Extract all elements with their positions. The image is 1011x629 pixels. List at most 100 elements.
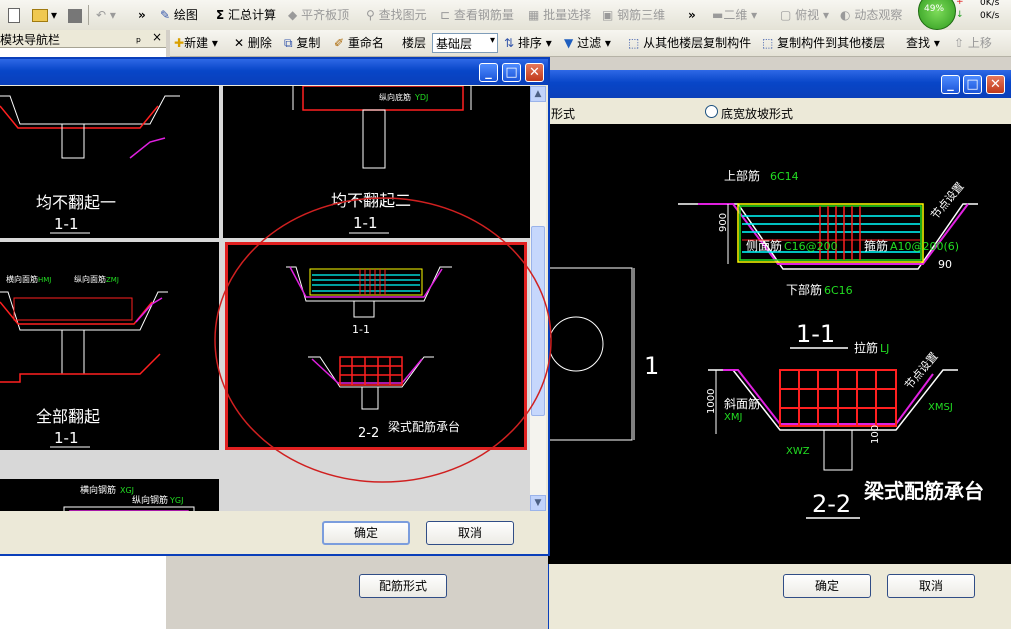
radio-row: 形式 底宽放坡形式 xyxy=(549,100,1011,124)
new-label: 新建 xyxy=(184,36,209,50)
close-icon[interactable]: ✕ xyxy=(986,75,1005,94)
thumb3-zx-face-val: ZMJ xyxy=(106,276,119,284)
radio-button-icon[interactable] xyxy=(705,105,718,118)
minimize-icon[interactable]: _ xyxy=(479,63,498,82)
save-icon xyxy=(68,8,82,23)
new-file-button[interactable] xyxy=(8,0,23,30)
nav-panel-title: 模块导航栏 xyxy=(0,33,61,47)
thumb2-zx-rebar-val: YDJ xyxy=(414,93,428,102)
copy-to-floor-button[interactable]: ⬚ 复制构件到其他楼层 xyxy=(762,30,885,56)
floor-select[interactable]: 基础层 ▾ xyxy=(432,33,498,53)
bg-cancel-button[interactable]: 取消 xyxy=(887,574,975,598)
thumb-no-bend-1[interactable]: 均不翻起一 1-1 xyxy=(0,86,219,238)
view-2d-dropdown[interactable]: ▬二维 ▾ xyxy=(712,0,757,30)
draw-button[interactable]: ✎ 绘图 xyxy=(160,0,198,30)
slope-note-label: 节点设置 xyxy=(928,180,966,222)
view-mode-icon: ▢ xyxy=(780,8,792,22)
batch-select-button[interactable]: ▦ 批量选择 xyxy=(528,0,591,30)
sort-label: 排序 xyxy=(517,36,542,50)
xwz-label: XWZ xyxy=(786,446,810,457)
thumb3-zx-face: 纵向面筋 xyxy=(74,274,106,284)
rename-button[interactable]: ✐ 重命名 xyxy=(334,30,384,56)
rebar-form-button[interactable]: 配筋形式 xyxy=(359,574,447,598)
rename-label: 重命名 xyxy=(347,36,384,50)
draw-icon: ✎ xyxy=(160,8,171,22)
download-arrow-icon: ↓ xyxy=(956,10,964,20)
copy-button[interactable]: ⧉ 复制 xyxy=(284,30,320,56)
copy-label: 复制 xyxy=(296,36,321,50)
top-rebar-value: 6C14 xyxy=(770,170,799,183)
view-mode-dropdown[interactable]: ▢ 俯视 ▾ xyxy=(780,0,829,30)
thumb5-zx-steel-val: YGJ xyxy=(169,496,183,505)
sum-calc-button[interactable]: Σ 汇总计算 xyxy=(216,0,276,30)
toolbar-separator xyxy=(88,5,89,25)
delete-label: 删除 xyxy=(247,36,272,50)
sum-calc-label: 汇总计算 xyxy=(228,8,277,22)
copy-to-floor-icon: ⬚ xyxy=(762,36,774,50)
floor-label: 楼层 xyxy=(402,36,427,50)
thumb-no-bend-1-drawing: 均不翻起一 1-1 xyxy=(0,95,180,234)
scroll-down-arrow[interactable]: ▼ xyxy=(530,495,546,511)
rebar-preview-drawing: 1 900 上部筋 6C14 侧面筋 C16@200 箍筋 A10@200(6)… xyxy=(548,168,984,519)
find-label: 查找 xyxy=(906,36,931,50)
thumb-cap-steel[interactable]: 横向钢筋 XGJ 纵向钢筋 YGJ xyxy=(0,479,219,511)
annotation-circle xyxy=(214,197,552,483)
find-button[interactable]: 查找 ▾ xyxy=(906,30,940,56)
upload-arrow-icon: + xyxy=(956,0,964,7)
thumb-all-bend[interactable]: 横向面筋 HMJ 纵向面筋 ZMJ 全部翻起 1-1 xyxy=(0,242,219,450)
bottom-rebar-value: 6C16 xyxy=(824,284,853,297)
radio-option-1-label[interactable]: 形式 xyxy=(551,105,575,122)
slope-note-label-2: 节点设置 xyxy=(902,350,940,392)
thumb3-section: 1-1 xyxy=(54,429,79,447)
close-icon[interactable]: ✕ xyxy=(525,63,544,82)
flush-top-label: 平齐板顶 xyxy=(301,8,350,22)
maximize-icon[interactable]: □ xyxy=(963,75,982,94)
view-rebar-label: 查看钢筋量 xyxy=(453,8,514,22)
nav-pin-icon[interactable]: ₚ xyxy=(136,31,141,45)
copy-from-floor-button[interactable]: ⬚ 从其他楼层复制构件 xyxy=(628,30,751,56)
thumb3-hx-face: 横向面筋 xyxy=(6,274,38,284)
draw-label: 绘图 xyxy=(173,8,198,22)
section-1-1-drawing: 900 上部筋 6C14 侧面筋 C16@200 箍筋 A10@200(6) 9… xyxy=(678,168,978,349)
scroll-up-arrow[interactable]: ▲ xyxy=(530,86,546,102)
section-2-2-label: 2-2 xyxy=(812,490,851,518)
find-element-label: 查找图元 xyxy=(378,8,427,22)
open-file-button[interactable]: ▾ xyxy=(32,0,57,30)
move-up-button[interactable]: ⇧ 上移 xyxy=(954,30,992,56)
dim-900-label: 900 xyxy=(718,213,729,232)
view-rebar-button[interactable]: ⊏ 查看钢筋量 xyxy=(440,0,514,30)
rebar-3d-button[interactable]: ▣ 钢筋三维 xyxy=(602,0,665,30)
thumb5-zx-steel: 纵向钢筋 xyxy=(132,494,168,506)
find-element-button[interactable]: ⚲ 查找图元 xyxy=(366,0,427,30)
sort-button[interactable]: ⇅ 排序 ▾ xyxy=(504,30,552,56)
flush-top-button[interactable]: ◆ 平齐板顶 xyxy=(288,0,349,30)
filter-button[interactable]: ▼ 过滤 ▾ xyxy=(564,30,611,56)
delete-button[interactable]: ✕ 删除 xyxy=(234,30,272,56)
section-2-2-drawing: 1000 100 拉筋 LJ 节点设置 斜面筋 XMJ XMSJ XWZ 2-2… xyxy=(706,340,984,519)
nav-close-icon[interactable]: × xyxy=(152,30,162,44)
main-toolbar: ▾ ↶ ▾ » ✎ 绘图 Σ 汇总计算 ◆ 平齐板顶 ⚲ 查找图元 ⊏ 查看钢筋… xyxy=(0,0,1011,31)
slope-rebar-label: 斜面筋 xyxy=(724,396,760,411)
dynamic-view-button[interactable]: ◐ 动态观察 xyxy=(840,0,902,30)
sort-icon: ⇅ xyxy=(504,36,515,50)
view-2d-icon: ▬ xyxy=(712,8,724,22)
toolbar-overflow[interactable]: » xyxy=(138,0,146,30)
undo-icon: ↶ xyxy=(96,8,107,22)
minimize-icon[interactable]: _ xyxy=(941,75,960,94)
xmsj-label: XMSJ xyxy=(928,402,953,413)
section-1-1-label: 1-1 xyxy=(796,320,835,348)
view-2d-label: 二维 xyxy=(723,8,748,22)
maximize-icon[interactable]: □ xyxy=(502,63,521,82)
undo-button[interactable]: ↶ ▾ xyxy=(96,0,116,30)
bg-ok-button[interactable]: 确定 xyxy=(783,574,871,598)
save-button[interactable] xyxy=(68,0,85,30)
fg-ok-button[interactable]: 确定 xyxy=(322,521,410,545)
fg-cancel-button[interactable]: 取消 xyxy=(426,521,514,545)
toolbar-overflow-2[interactable]: » xyxy=(688,0,696,30)
thumb3-title: 全部翻起 xyxy=(36,407,100,426)
slope-rebar-value: XMJ xyxy=(724,412,742,423)
thumb1-title: 均不翻起一 xyxy=(36,193,116,212)
rebar-3d-label: 钢筋三维 xyxy=(617,8,666,22)
radio-option-2-label[interactable]: 底宽放坡形式 xyxy=(721,105,793,122)
new-component-button[interactable]: ✚新建 ▾ xyxy=(174,30,218,56)
